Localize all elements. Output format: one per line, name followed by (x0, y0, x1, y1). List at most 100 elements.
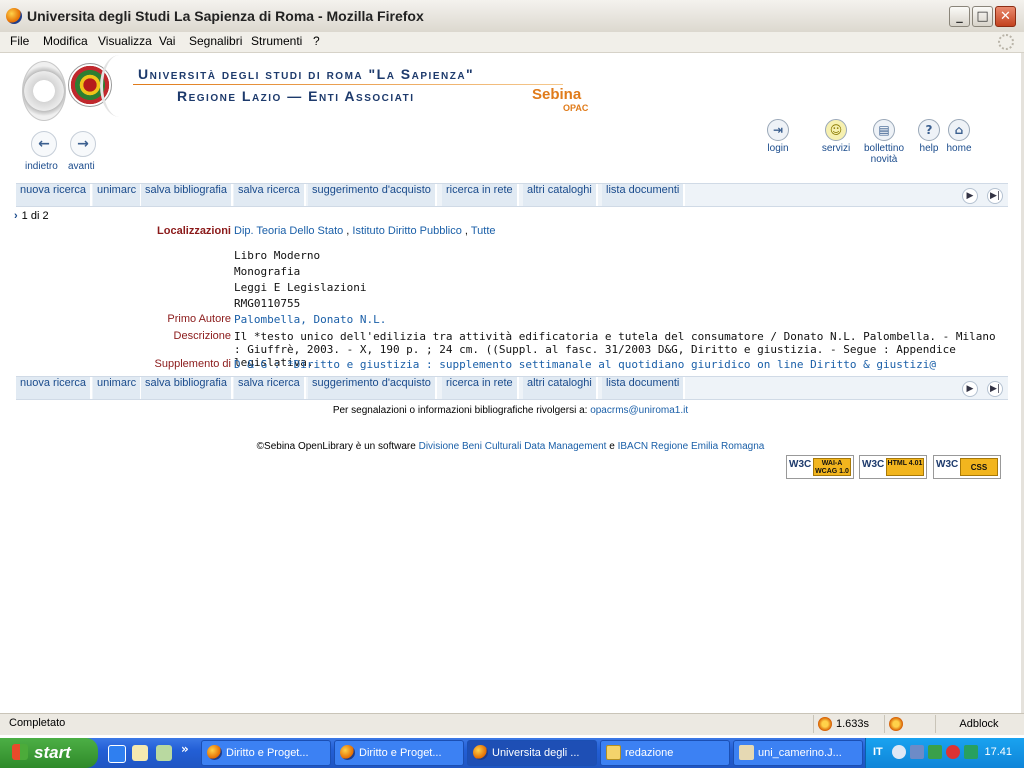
author-link[interactable]: Palombella, Donato N.L. (234, 313, 386, 326)
pager-text: 1 di 2 (21, 210, 49, 222)
credits-link-dm[interactable]: Divisione Beni Culturali Data Management (419, 441, 607, 452)
header-divider (133, 84, 563, 85)
suggerimento-acquisto-button[interactable]: suggerimento d'acquisto (308, 377, 437, 399)
w3c-html-badge[interactable]: W3C HTML 4.01 (859, 455, 927, 479)
tray-expand-icon[interactable] (892, 745, 906, 759)
menu-segnalibri[interactable]: Segnalibri (189, 34, 242, 48)
contact-email-link[interactable]: opacrms@uniroma1.it (590, 405, 688, 416)
loc-link-diritto-pubblico[interactable]: Istituto Diritto Pubblico (352, 225, 461, 237)
menu-modifica[interactable]: Modifica (43, 34, 88, 48)
localizzazioni-label: Localizzazioni (157, 225, 231, 237)
nuova-ricerca-button[interactable]: nuova ricerca (16, 377, 93, 399)
menu-vai[interactable]: Vai (159, 34, 175, 48)
unimarc-button[interactable]: unimarc (93, 377, 143, 399)
back-link[interactable]: indietro (25, 161, 58, 172)
suggerimento-acquisto-button[interactable]: suggerimento d'acquisto (308, 184, 437, 206)
menu-visualizza[interactable]: Visualizza (98, 34, 152, 48)
loc-link-tutte[interactable]: Tutte (471, 225, 496, 237)
task-label: Universita degli ... (492, 747, 580, 759)
chevron-right-icon: › (14, 210, 18, 222)
w3c-wai-badge[interactable]: W3C WAI-A WCAG 1.0 (786, 455, 854, 479)
action-toolbar-top: nuova ricerca unimarc salva bibliografia… (16, 183, 1008, 207)
last-record-icon[interactable]: ▶| (987, 188, 1003, 204)
w3c-css-badge[interactable]: W3C CSS (933, 455, 1001, 479)
credits-line: ©Sebina OpenLibrary è un software Divisi… (0, 441, 1021, 452)
login-link[interactable]: ⇥ login (748, 119, 808, 154)
sebina-brand: Sebina (532, 86, 582, 103)
menu-strumenti[interactable]: Strumenti (251, 34, 302, 48)
loc-link-teoria-stato[interactable]: Dip. Teoria Dello Stato (234, 225, 343, 237)
wai-badge-text: WAI-A WCAG 1.0 (813, 458, 851, 476)
clock: 17.41 (984, 746, 1012, 758)
home-label: home (946, 143, 972, 154)
firefox-icon (340, 745, 355, 760)
w3c-text: W3C (789, 459, 812, 470)
w3c-text: W3C (862, 459, 885, 470)
localizzazioni-value: Dip. Teoria Dello Stato , Istituto Dirit… (234, 225, 496, 237)
record-type: Libro Moderno (234, 249, 321, 262)
start-button[interactable]: start (0, 738, 98, 768)
network-icon[interactable] (910, 745, 924, 759)
folder-icon (606, 745, 621, 760)
home-icon: ⌂ (948, 119, 970, 141)
css-badge-text: CSS (960, 458, 998, 476)
desktop-quicklaunch-icon[interactable] (132, 745, 148, 761)
next-record-icon[interactable]: ▶ (962, 188, 978, 204)
status-text: Completato (9, 717, 66, 729)
salva-bibliografia-button[interactable]: salva bibliografia (141, 377, 233, 399)
forward-link[interactable]: avanti (68, 161, 95, 172)
ricerca-in-rete-button[interactable]: ricerca in rete (442, 377, 519, 399)
extension-icon[interactable] (889, 717, 903, 732)
next-record-icon[interactable]: ▶ (962, 381, 978, 397)
task-universita[interactable]: Universita degli ... (467, 740, 597, 766)
task-diritto-2[interactable]: Diritto e Proget... (334, 740, 464, 766)
maximize-button[interactable]: □ (972, 6, 993, 27)
task-diritto-1[interactable]: Diritto e Proget... (201, 740, 331, 766)
record-level: Monografia (234, 265, 301, 278)
altri-cataloghi-button[interactable]: altri cataloghi (523, 377, 598, 399)
unimarc-button[interactable]: unimarc (93, 184, 143, 206)
minimize-button[interactable]: _ (949, 6, 970, 27)
lista-documenti-button[interactable]: lista documenti (602, 377, 686, 399)
task-label: Diritto e Proget... (226, 747, 309, 759)
language-indicator[interactable]: IT (873, 746, 883, 758)
quicklaunch-overflow-icon[interactable]: » (181, 742, 189, 756)
home-link[interactable]: ⌂ home (929, 119, 989, 154)
task-redazione[interactable]: redazione (600, 740, 730, 766)
last-record-icon[interactable]: ▶| (987, 381, 1003, 397)
media-quicklaunch-icon[interactable] (156, 745, 172, 761)
supplement-link[interactable]: D & G : *Diritto e giustizia : supplemen… (234, 358, 936, 371)
firefox-icon (473, 745, 488, 760)
close-button[interactable]: ✕ (995, 6, 1016, 27)
altri-cataloghi-button[interactable]: altri cataloghi (523, 184, 598, 206)
salva-ricerca-button[interactable]: salva ricerca (234, 184, 306, 206)
load-time-icon (818, 717, 832, 732)
security-icon[interactable] (946, 745, 960, 759)
credits-link-ibacn[interactable]: IBACN Regione Emilia Romagna (618, 441, 765, 452)
tray-app-icon[interactable] (928, 745, 942, 759)
record-pager: › 1 di 2 (14, 210, 49, 222)
page-content: Università degli studi di roma "La Sapie… (0, 53, 1021, 713)
task-uni-camerino[interactable]: uni_camerino.J... (733, 740, 863, 766)
menu-help[interactable]: ? (313, 34, 320, 48)
load-time: 1.633s (836, 718, 870, 730)
salva-bibliografia-button[interactable]: salva bibliografia (141, 184, 233, 206)
salva-ricerca-button[interactable]: salva ricerca (234, 377, 306, 399)
html-badge-text: HTML 4.01 (886, 458, 924, 476)
w3c-text: W3C (936, 459, 959, 470)
ie-quicklaunch-icon[interactable] (108, 745, 126, 763)
back-arrow-icon[interactable]: ← (31, 131, 57, 157)
nuova-ricerca-button[interactable]: nuova ricerca (16, 184, 93, 206)
header-subtitle: Regione Lazio — Enti Associati (177, 88, 415, 104)
menu-file[interactable]: File (10, 34, 29, 48)
tray-update-icon[interactable] (964, 745, 978, 759)
login-label: login (767, 143, 789, 154)
ricerca-in-rete-button[interactable]: ricerca in rete (442, 184, 519, 206)
forward-arrow-icon[interactable]: → (70, 131, 96, 157)
window-title-bar[interactable]: Universita degli Studi La Sapienza di Ro… (0, 0, 1024, 33)
system-tray: IT 17.41 (865, 738, 1024, 768)
adblock-button[interactable]: Adblock (935, 715, 1022, 733)
lista-documenti-button[interactable]: lista documenti (602, 184, 686, 206)
status-extension-icons[interactable] (884, 715, 935, 733)
record-subject: Leggi E Legislazioni (234, 281, 367, 294)
